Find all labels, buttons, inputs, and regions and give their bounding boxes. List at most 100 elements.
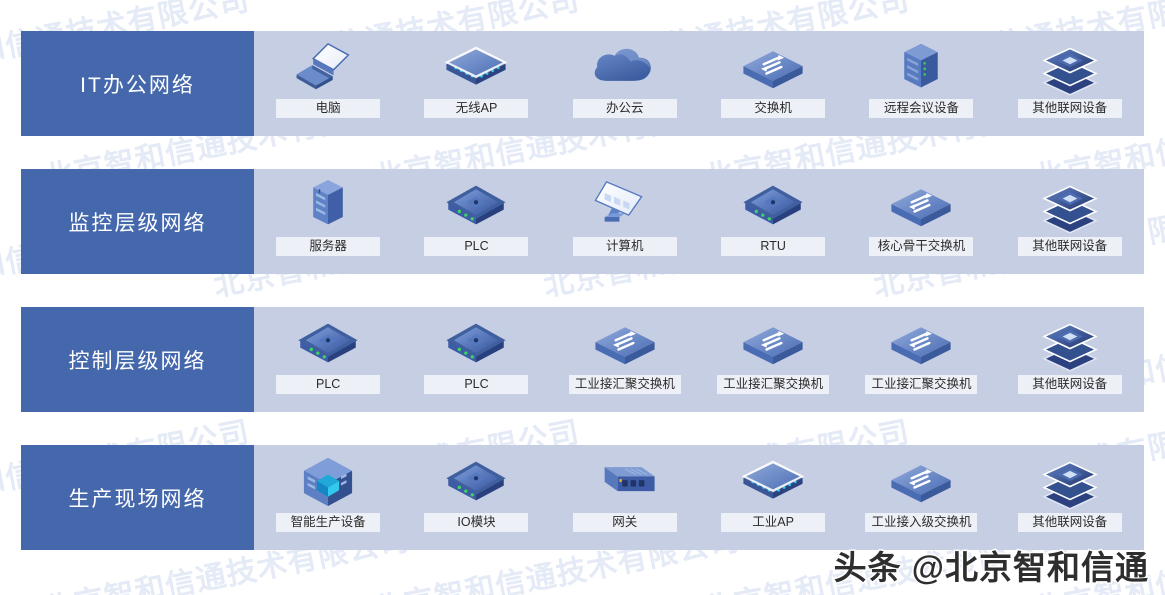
device-item[interactable]: 远程会议设备 [847,31,995,136]
icon-graphic [743,327,803,365]
wireless-ap-icon [736,452,810,510]
icon-graphic [446,323,507,363]
plc-icon [439,452,513,510]
icon-graphic [891,465,952,503]
device-name-tag: 计算机 [572,237,677,256]
device-name-tag: 工业接汇聚交换机 [568,375,681,394]
icon-graphic [298,323,358,363]
device-name-tag: 服务器 [276,237,381,256]
device-name-tag: PLC [424,375,529,394]
icon-graphic [446,185,507,225]
icon-graphic [604,467,655,492]
device-item[interactable]: PLC [254,307,402,412]
icon-graphic [1042,323,1098,372]
smart-production-icon [291,452,365,510]
device-name-tag: 其他联网设备 [1017,237,1122,256]
network-layer-row: 生产现场网络 智能生产设备 IO模块 网关 工业AP 工业接入级交换机 其他联网… [21,445,1144,550]
switch-icon [884,176,958,234]
plc-icon [736,176,810,234]
device-name-tag: 无线AP [424,99,529,118]
layer-label-text: 监控层级网络 [68,211,207,235]
switch-icon [736,314,810,372]
switch-icon [736,38,810,96]
layer-label-panel: 监控层级网络 [21,169,254,274]
network-layer-row: 控制层级网络 PLC PLC 工业接汇聚交换机 工业接汇聚交换机 工业接汇聚交换… [21,307,1144,412]
device-item[interactable]: 服务器 [254,169,402,274]
device-item[interactable]: RTU [699,169,847,274]
device-item[interactable]: 无线AP [402,31,550,136]
device-item[interactable]: 交换机 [699,31,847,136]
wireless-ap-icon [439,38,513,96]
switch-icon [588,314,662,372]
device-name-tag: PLC [276,375,381,394]
cloud-icon [588,38,662,96]
icon-graphic [446,461,507,501]
device-item[interactable]: 其他联网设备 [996,169,1144,274]
switch-icon [884,314,958,372]
layer-devices-container: 智能生产设备 IO模块 网关 工业AP 工业接入级交换机 其他联网设备 [254,445,1144,550]
device-name-tag: 办公云 [572,99,677,118]
device-item[interactable]: 电脑 [254,31,402,136]
device-item[interactable]: 计算机 [551,169,699,274]
device-name-tag: RTU [721,237,826,256]
device-name-tag: 其他联网设备 [1017,99,1122,118]
icon-graphic [743,185,803,225]
device-item[interactable]: 网关 [551,445,699,550]
plc-icon [439,176,513,234]
icon-graphic [1042,185,1098,234]
network-layer-row: IT办公网络 电脑 无线AP 办公云 交换机 远程会议设备 其他联网设备 [21,31,1144,136]
device-name-tag: PLC [424,237,529,256]
device-item[interactable]: PLC [402,169,550,274]
device-item[interactable]: 工业接汇聚交换机 [847,307,995,412]
device-name-tag: 电脑 [276,99,381,118]
icon-graphic [1042,461,1098,510]
icon-graphic [743,51,803,89]
icon-graphic [296,42,350,90]
device-item[interactable]: IO模块 [402,445,550,550]
stacked-layers-icon [1033,38,1107,96]
device-item[interactable]: 工业接入级交换机 [847,445,995,550]
icon-graphic [445,46,508,85]
device-item[interactable]: 其他联网设备 [996,31,1144,136]
icon-graphic [904,43,939,88]
server-rack-icon [884,38,958,96]
device-item[interactable]: 智能生产设备 [254,445,402,550]
icon-graphic [594,181,643,222]
device-name-tag: 远程会议设备 [869,99,974,118]
device-name-tag: 交换机 [721,99,826,118]
network-layers-diagram: IT办公网络 电脑 无线AP 办公云 交换机 远程会议设备 其他联网设备 监控层… [0,0,1165,595]
device-name-tag: 工业接汇聚交换机 [717,375,830,394]
stacked-layers-icon [1033,176,1107,234]
device-item[interactable]: 其他联网设备 [996,307,1144,412]
device-item[interactable]: 办公云 [551,31,699,136]
device-item[interactable]: 其他联网设备 [996,445,1144,550]
layer-devices-container: 服务器 PLC 计算机 RTU 核心骨干交换机 其他联网设备 [254,169,1144,274]
monitor-icon [588,176,662,234]
device-item[interactable]: 工业接汇聚交换机 [699,307,847,412]
device-name-tag: 智能生产设备 [276,513,381,532]
icon-graphic [741,460,805,499]
switch-icon [884,452,958,510]
icon-graphic [595,327,655,365]
device-item[interactable]: 工业AP [699,445,847,550]
device-item[interactable]: PLC [402,307,550,412]
device-name-tag: 核心骨干交换机 [869,237,974,256]
device-name-tag: 工业AP [721,513,826,532]
device-item[interactable]: 核心骨干交换机 [847,169,995,274]
layer-label-panel: IT办公网络 [21,31,254,136]
laptop-icon [291,38,365,96]
toutiao-watermark: 头条 @北京智和信通 [832,548,1149,588]
server-icon [291,176,365,234]
network-layer-row: 监控层级网络 服务器 PLC 计算机 RTU 核心骨干交换机 其他联网设备 [21,169,1144,274]
device-name-tag: 其他联网设备 [1017,375,1122,394]
plc-icon [439,314,513,372]
icon-graphic [313,180,343,225]
gateway-icon [588,452,662,510]
layer-label-panel: 生产现场网络 [21,445,254,550]
layer-label-text: IT办公网络 [80,73,195,97]
layer-devices-container: PLC PLC 工业接汇聚交换机 工业接汇聚交换机 工业接汇聚交换机 其他联网设… [254,307,1144,412]
layer-devices-container: 电脑 无线AP 办公云 交换机 远程会议设备 其他联网设备 [254,31,1144,136]
device-item[interactable]: 工业接汇聚交换机 [551,307,699,412]
device-name-tag: IO模块 [424,513,529,532]
device-name-tag: 网关 [572,513,677,532]
